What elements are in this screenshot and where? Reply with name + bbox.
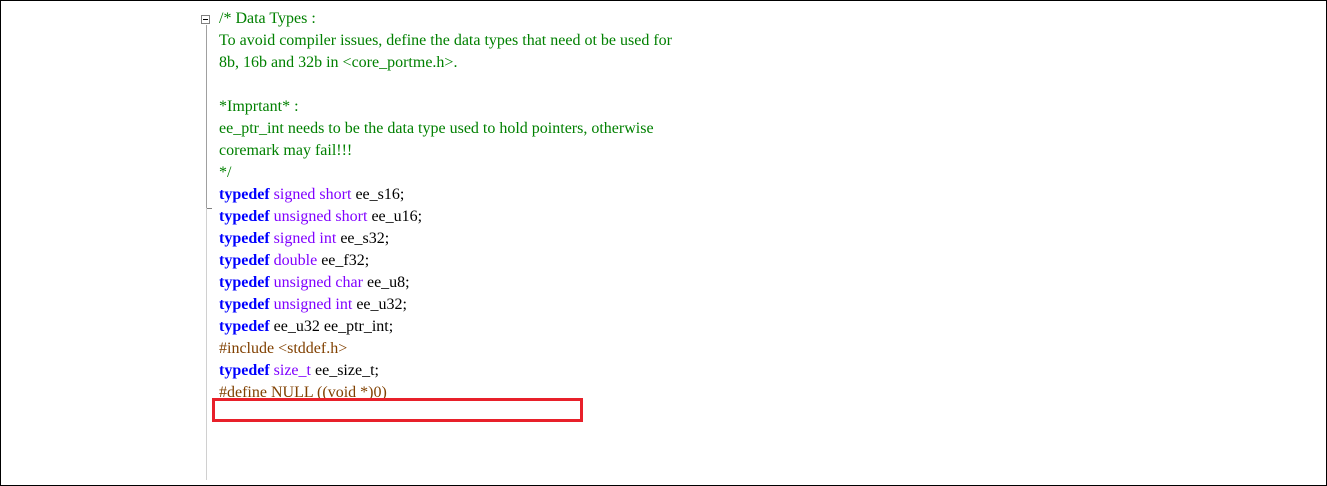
typedef-line: typedef unsigned char ee_u8; bbox=[219, 274, 672, 296]
comment-line: */ bbox=[219, 164, 232, 181]
typedef-line: typedef size_t ee_size_t; bbox=[219, 362, 672, 384]
type-name: unsigned char bbox=[273, 274, 363, 291]
margin-line bbox=[206, 208, 207, 480]
keyword: typedef bbox=[219, 318, 270, 335]
alias-name: ee_s16; bbox=[355, 186, 405, 203]
type-name: double bbox=[273, 252, 318, 269]
typedef-line: typedef double ee_f32; bbox=[219, 252, 672, 274]
comment-line: coremark may fail!!! bbox=[219, 142, 353, 159]
type-name: ee_u32 bbox=[273, 318, 320, 335]
typedef-line: typedef unsigned int ee_u32; bbox=[219, 296, 672, 318]
typedef-line: typedef signed int ee_s32; bbox=[219, 230, 672, 252]
typedef-line: typedef signed short ee_s16; bbox=[219, 186, 672, 208]
fold-guide-line bbox=[206, 25, 207, 208]
alias-name: ee_u32; bbox=[356, 296, 407, 313]
code-editor[interactable]: /* Data Types : To avoid compiler issues… bbox=[219, 10, 672, 406]
keyword: typedef bbox=[219, 362, 270, 379]
comment-line: ee_ptr_int needs to be the data type use… bbox=[219, 120, 654, 137]
include-line: #include <stddef.h> bbox=[219, 340, 348, 357]
comment-line: *Imprtant* : bbox=[219, 98, 299, 115]
alias-name: ee_size_t; bbox=[314, 362, 379, 379]
keyword: typedef bbox=[219, 274, 270, 291]
alias-name: ee_u8; bbox=[366, 274, 410, 291]
type-name: size_t bbox=[273, 362, 311, 379]
keyword: typedef bbox=[219, 186, 270, 203]
typedef-line: typedef ee_u32 ee_ptr_int; bbox=[219, 318, 672, 340]
alias-name: ee_s32; bbox=[340, 230, 390, 247]
comment-line: To avoid compiler issues, define the dat… bbox=[219, 32, 672, 49]
type-name: signed int bbox=[273, 230, 337, 247]
alias-name: ee_ptr_int; bbox=[323, 318, 394, 335]
type-name: signed short bbox=[273, 186, 352, 203]
keyword: typedef bbox=[219, 208, 270, 225]
alias-name: ee_f32; bbox=[321, 252, 370, 269]
comment-line bbox=[219, 76, 672, 98]
keyword: typedef bbox=[219, 296, 270, 313]
type-name: unsigned int bbox=[273, 296, 353, 313]
alias-name: ee_u16; bbox=[371, 208, 423, 225]
highlight-box bbox=[212, 398, 583, 422]
comment-line: 8b, 16b and 32b in <core_portme.h>. bbox=[219, 54, 458, 71]
comment-line: /* Data Types : bbox=[219, 10, 316, 27]
keyword: typedef bbox=[219, 252, 270, 269]
fold-collapse-icon[interactable] bbox=[201, 15, 210, 24]
typedef-line: typedef unsigned short ee_u16; bbox=[219, 208, 672, 230]
keyword: typedef bbox=[219, 230, 270, 247]
type-name: unsigned short bbox=[273, 208, 368, 225]
